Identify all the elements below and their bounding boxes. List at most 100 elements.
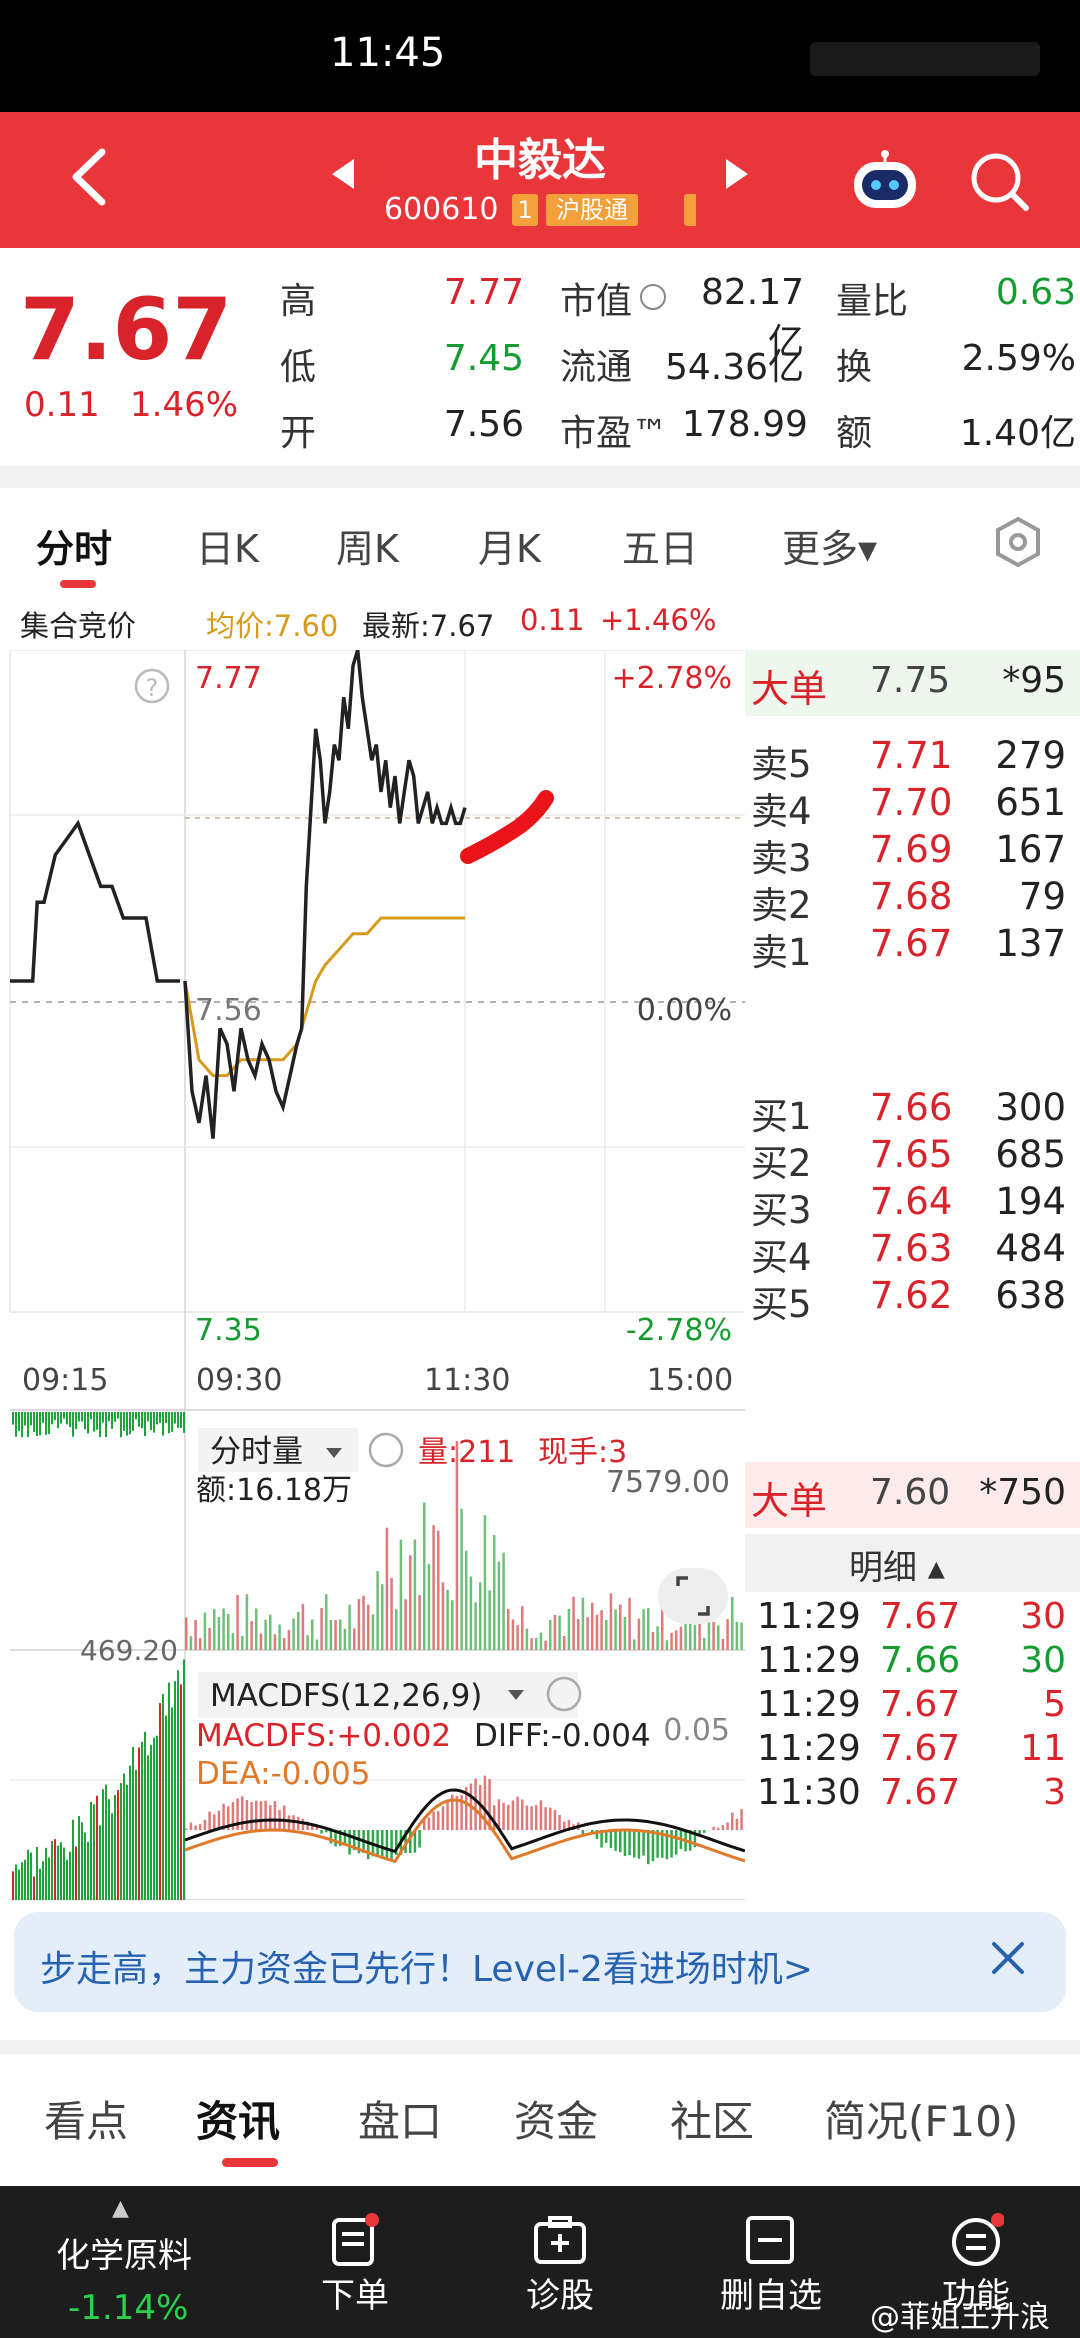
volume-bar [488, 1590, 491, 1650]
menu-icon [952, 2213, 1005, 2266]
ask-label: 卖2 [751, 884, 812, 927]
volume-bar [348, 1604, 351, 1650]
diagnose-button[interactable] [532, 2212, 588, 2268]
volume-bar [269, 1614, 272, 1650]
preopen-volume-bar [138, 1747, 140, 1900]
volume-bar [572, 1596, 575, 1650]
banner-close-button[interactable] [986, 1936, 1030, 1980]
preopen-volume-bar [99, 1825, 101, 1900]
info-icon[interactable] [640, 284, 666, 310]
big-order-bottom[interactable]: 大单 7.60 *750 [745, 1462, 1080, 1528]
volume-bar [362, 1595, 365, 1650]
volume-bar [703, 1637, 706, 1650]
preopen-volume-bar [45, 1847, 47, 1900]
volume-label: 量:211 [418, 1435, 515, 1470]
preopen-volume-bar [84, 1832, 86, 1900]
detail-toggle[interactable]: 明细 ▴ [745, 1534, 1080, 1592]
fullscreen-button[interactable] [658, 1568, 728, 1624]
macd-bar [516, 1796, 519, 1830]
macd-bar [446, 1801, 449, 1830]
preopen-volume-bar [162, 1693, 164, 1900]
preopen-volume-bar [153, 1412, 155, 1433]
next-stock-button[interactable] [724, 157, 750, 200]
macd-bar [637, 1830, 641, 1859]
preopen-volume-bar [51, 1412, 53, 1425]
menu-button[interactable] [948, 2212, 1005, 2268]
preopen-volume-bar [153, 1737, 155, 1900]
bid-price: 7.65 [870, 1133, 953, 1176]
tab-more[interactable]: 更多▾ [782, 518, 877, 573]
sector-name[interactable]: 化学原料 [56, 2228, 192, 2277]
mktcap-label: 市值 [560, 281, 633, 322]
big-order-vol: *750 [979, 1472, 1066, 1513]
order-button[interactable] [326, 2212, 382, 2268]
preopen-volume-bar [111, 1813, 113, 1900]
tab-kandian[interactable]: 看点 [44, 2088, 128, 2149]
y-label-mid: 7.56 [195, 993, 262, 1028]
volume-bar [609, 1593, 613, 1650]
volume-bar [315, 1639, 319, 1650]
volume-bar [446, 1589, 449, 1650]
robot-assistant-button[interactable] [850, 150, 920, 212]
preopen-volume-bar [33, 1412, 35, 1432]
preopen-volume-bar [63, 1847, 65, 1900]
bid-row-5[interactable]: 买5 7.62 638 [745, 1274, 1080, 1334]
tab-shequ[interactable]: 社区 [670, 2088, 754, 2149]
order-label: 下单 [321, 2276, 389, 2316]
volume-bar [413, 1539, 417, 1650]
macd-bar [703, 1830, 706, 1833]
volume-bar [717, 1625, 720, 1650]
tab-pankou[interactable]: 盘口 [358, 2088, 442, 2149]
tick-volume: 11 [1020, 1728, 1066, 1769]
big-order-price: 7.60 [870, 1472, 951, 1513]
preopen-volume-bar [171, 1412, 173, 1432]
tab-zijin[interactable]: 资金 [514, 2088, 598, 2149]
preopen-volume-bar [18, 1412, 20, 1432]
volume-bar [460, 1508, 463, 1650]
search-button[interactable] [966, 148, 1032, 214]
tab-fenshi[interactable]: 分时 [36, 518, 112, 573]
volume-bar [381, 1584, 384, 1650]
big-order-vol: *95 [1002, 660, 1066, 701]
preopen-volume-bar [150, 1412, 152, 1431]
volume-bar [712, 1621, 715, 1650]
macd-bar [502, 1802, 505, 1830]
macd-bar [675, 1830, 678, 1855]
low-label: 低 [280, 347, 317, 388]
tab-daily-k[interactable]: 日K [196, 518, 259, 573]
preopen-volume-bar [147, 1412, 149, 1422]
preopen-volume-bar [87, 1841, 89, 1900]
preopen-volume-bar [138, 1412, 140, 1427]
remove-watchlist-label: 删自选 [720, 2276, 822, 2316]
volume-bar [287, 1630, 291, 1650]
tab-five-day[interactable]: 五日 [622, 518, 698, 573]
preopen-volume-bar [93, 1804, 95, 1900]
volume-bar [213, 1609, 216, 1650]
preopen-volume-bar [105, 1412, 107, 1437]
help-icon[interactable] [368, 1432, 404, 1468]
open-label: 开 [280, 413, 317, 454]
ask-row-5[interactable]: 卖1 7.67 137 [745, 922, 1080, 982]
volume-bar [189, 1636, 193, 1650]
tab-monthly-k[interactable]: 月K [478, 518, 541, 573]
preopen-volume-bar [126, 1412, 128, 1436]
tab-weekly-k[interactable]: 周K [336, 518, 399, 573]
macd-bar [441, 1806, 445, 1830]
chart-settings-button[interactable] [992, 516, 1044, 568]
tab-f10[interactable]: 简况(F10) [824, 2088, 1018, 2149]
preopen-volume-bar [81, 1822, 83, 1900]
price-line [183, 650, 467, 1139]
y-label-top: 7.77 [195, 661, 262, 696]
volume-bar [320, 1607, 323, 1650]
remove-watchlist-button[interactable] [742, 2212, 798, 2268]
tab-zixun[interactable]: 资讯 [196, 2088, 280, 2149]
preopen-volume-bar [90, 1801, 92, 1900]
volume-bar [740, 1622, 743, 1650]
preopen-volume-bar [156, 1735, 158, 1900]
intraday-chart[interactable]: 7.77 7.56 7.35 +2.78% 0.00% -2.78% ? 09:… [0, 650, 745, 1900]
volume-bar [623, 1616, 627, 1650]
macd-bar [259, 1801, 263, 1830]
big-order-top[interactable]: 大单 7.75 *95 [745, 650, 1080, 716]
banner-text: 步走高，主力资金已先行！Level-2看进场时机> [40, 1949, 814, 1990]
preopen-volume-bar [54, 1412, 56, 1421]
